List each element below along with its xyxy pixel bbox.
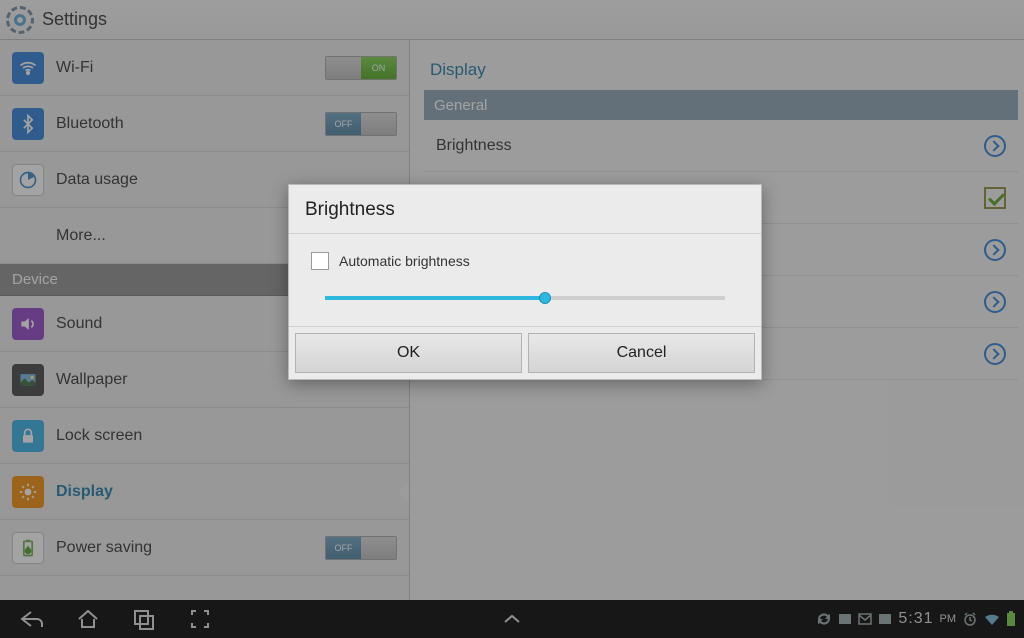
clock-time: 5:31 bbox=[898, 610, 933, 628]
app-header: Settings bbox=[0, 0, 1024, 40]
screenshot-button[interactable] bbox=[186, 605, 214, 633]
sidebar-item-display[interactable]: Display bbox=[0, 464, 409, 520]
sidebar-label: Data usage bbox=[56, 171, 138, 189]
clock-ampm: PM bbox=[940, 613, 957, 625]
back-button[interactable] bbox=[18, 605, 46, 633]
alarm-icon bbox=[962, 612, 978, 626]
sync-icon bbox=[816, 612, 832, 626]
system-navbar: 5:31 PM bbox=[0, 600, 1024, 638]
settings-gear-icon bbox=[6, 6, 34, 34]
checkbox-checked-icon bbox=[984, 187, 1006, 209]
lock-icon bbox=[12, 420, 44, 452]
automatic-brightness-row[interactable]: Automatic brightness bbox=[311, 252, 739, 270]
sidebar-label: Sound bbox=[56, 315, 102, 333]
display-icon bbox=[12, 476, 44, 508]
slider-thumb[interactable] bbox=[539, 292, 551, 304]
sidebar-label: Bluetooth bbox=[56, 115, 124, 133]
wifi-status-icon bbox=[984, 612, 1000, 626]
data-usage-icon bbox=[12, 164, 44, 196]
mail-icon bbox=[858, 613, 872, 625]
detail-title: Display bbox=[430, 60, 1018, 80]
sidebar-item-bluetooth[interactable]: Bluetooth OFF bbox=[0, 96, 409, 152]
detail-row-brightness[interactable]: Brightness bbox=[424, 120, 1018, 172]
header-title: Settings bbox=[42, 9, 107, 30]
chevron-right-icon bbox=[984, 291, 1006, 313]
sidebar-item-wifi[interactable]: Wi-Fi ON bbox=[0, 40, 409, 96]
wifi-toggle[interactable]: ON bbox=[325, 56, 397, 80]
ok-button[interactable]: OK bbox=[295, 333, 522, 373]
sidebar-label: Wi-Fi bbox=[56, 59, 93, 77]
power-saving-icon bbox=[12, 532, 44, 564]
brightness-dialog: Brightness Automatic brightness OK Cance… bbox=[288, 184, 762, 380]
wallpaper-icon bbox=[12, 364, 44, 396]
sidebar-item-lock-screen[interactable]: Lock screen bbox=[0, 408, 409, 464]
sidebar-label: More... bbox=[56, 227, 106, 245]
automatic-brightness-label: Automatic brightness bbox=[339, 253, 470, 269]
bluetooth-icon bbox=[12, 108, 44, 140]
sound-icon bbox=[12, 308, 44, 340]
sidebar-label: Lock screen bbox=[56, 427, 142, 445]
sidebar-label: Wallpaper bbox=[56, 371, 127, 389]
download-icon bbox=[878, 613, 892, 625]
status-area[interactable]: 5:31 PM bbox=[816, 610, 1024, 628]
detail-section-general: General bbox=[424, 90, 1018, 120]
home-button[interactable] bbox=[74, 605, 102, 633]
sidebar-label: Display bbox=[56, 483, 113, 501]
dialog-title: Brightness bbox=[289, 185, 761, 234]
cancel-button[interactable]: Cancel bbox=[528, 333, 755, 373]
battery-icon bbox=[1006, 611, 1016, 627]
bluetooth-toggle[interactable]: OFF bbox=[325, 112, 397, 136]
expand-indicator-icon[interactable] bbox=[498, 605, 526, 633]
sidebar-label: Power saving bbox=[56, 539, 152, 557]
chevron-right-icon bbox=[984, 135, 1006, 157]
chevron-right-icon bbox=[984, 343, 1006, 365]
brightness-slider[interactable] bbox=[325, 296, 725, 300]
sd-icon bbox=[838, 613, 852, 625]
recent-apps-button[interactable] bbox=[130, 605, 158, 633]
slider-fill bbox=[325, 296, 545, 300]
power-saving-toggle[interactable]: OFF bbox=[325, 536, 397, 560]
sidebar-item-power-saving[interactable]: Power saving OFF bbox=[0, 520, 409, 576]
chevron-right-icon bbox=[984, 239, 1006, 261]
automatic-brightness-checkbox[interactable] bbox=[311, 252, 329, 270]
wifi-icon bbox=[12, 52, 44, 84]
